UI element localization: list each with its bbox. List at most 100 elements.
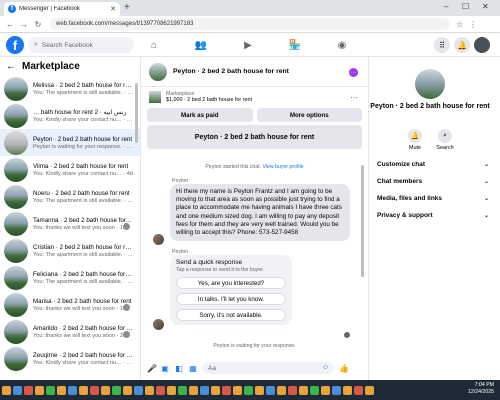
conversation-item[interactable]: Zeuqirne · 2 bed 2 bath house for rent Yo… xyxy=(0,345,140,372)
taskbar-app-icon[interactable] xyxy=(13,385,22,395)
taskbar-app-icon[interactable] xyxy=(365,385,374,395)
chat-scrollbar[interactable] xyxy=(361,165,364,277)
conversation-item[interactable]: Melissa · 2 bed 2 bath house for rent You… xyxy=(0,75,140,102)
message-input-placeholder: Aa xyxy=(208,364,216,372)
taskbar-app-icon[interactable] xyxy=(57,385,66,395)
view-buyer-profile-link[interactable]: View buyer profile xyxy=(262,164,303,170)
mark-as-paid-button[interactable]: Mark as paid xyxy=(147,108,253,122)
taskbar-app-icon[interactable] xyxy=(189,385,198,395)
taskbar-app-icon[interactable] xyxy=(123,385,132,395)
window-close-button[interactable]: ✕ xyxy=(482,2,489,11)
search-placeholder: Search Facebook xyxy=(41,41,93,49)
marketplace-icon[interactable]: 🏪 xyxy=(288,38,302,52)
bookmark-star-icon[interactable]: ☆ xyxy=(456,20,463,29)
taskbar-app-icon[interactable] xyxy=(35,385,44,395)
customize-chat-section[interactable]: Customize chat ⌄ xyxy=(377,161,489,168)
maximize-button[interactable]: ☐ xyxy=(462,2,469,11)
gif-icon[interactable]: ▦ xyxy=(189,364,197,373)
conversation-item[interactable]: Vilma · 2 bed 2 bath house for rent You: … xyxy=(0,156,140,183)
taskbar-app-icon[interactable] xyxy=(79,385,88,395)
taskbar-app-icon[interactable] xyxy=(156,385,165,395)
quick-response-option[interactable]: Sorry, it's not available. xyxy=(176,309,286,321)
taskbar-app-icon[interactable] xyxy=(200,385,209,395)
search-action[interactable]: ⌕ Search xyxy=(431,129,459,151)
taskbar-app-icon[interactable] xyxy=(222,385,231,395)
emoji-icon[interactable]: ☺ xyxy=(322,364,329,371)
search-label: Search xyxy=(436,145,454,151)
conversation-item-selected[interactable]: Peyton · 2 bed 2 bath house for rent Peyt… xyxy=(0,129,140,156)
taskbar-app-icon[interactable] xyxy=(277,385,286,395)
tab-close-icon[interactable]: ✕ xyxy=(110,5,116,13)
chat-members-section[interactable]: Chat members ⌄ xyxy=(377,178,489,185)
taskbar-app-icon[interactable] xyxy=(24,385,33,395)
conversation-item[interactable]: Feliciana · 2 bed 2 bath house for rent Y… xyxy=(0,264,140,291)
taskbar-app-icon[interactable] xyxy=(167,385,176,395)
taskbar-app-icon[interactable] xyxy=(255,385,264,395)
menu-grid-icon[interactable]: ⠿ xyxy=(434,37,450,53)
quick-response-option[interactable]: Yes, are you interested? xyxy=(176,277,286,289)
back-arrow-icon[interactable]: ← xyxy=(6,20,14,29)
home-icon[interactable]: ⌂ xyxy=(147,38,161,52)
taskbar-app-icon[interactable] xyxy=(90,385,99,395)
taskbar-app-icon[interactable] xyxy=(2,385,11,395)
conversation-item[interactable]: Amarildo · 2 bed 2 bath house for rent Yo… xyxy=(0,318,140,345)
conversation-list-scrollbar[interactable] xyxy=(135,83,138,143)
taskbar-app-icon[interactable] xyxy=(288,385,297,395)
conversation-info-icon[interactable]: ⋯ xyxy=(349,68,358,77)
taskbar-app-icon[interactable] xyxy=(332,385,341,395)
taskbar-app-icon[interactable] xyxy=(343,385,352,395)
conversation-name: Cristian · 2 bed 2 bath house for rent xyxy=(33,243,133,251)
taskbar-app-icon[interactable] xyxy=(321,385,330,395)
more-options-button[interactable]: More options xyxy=(256,108,362,122)
mute-action[interactable]: 🔔 Mute xyxy=(401,129,429,151)
browser-menu-icon[interactable]: ⋮ xyxy=(469,20,477,29)
taskbar-app-icon[interactable] xyxy=(101,385,110,395)
taskbar-app-icon[interactable] xyxy=(68,385,77,395)
facebook-logo-icon[interactable]: f xyxy=(6,36,24,54)
like-thumb-icon[interactable]: 👍 xyxy=(339,364,349,373)
conversation-item[interactable]: Marisa · 2 bed 2 bath house for rent You:… xyxy=(0,291,140,318)
conversation-item[interactable]: … bath house for rent 2 · رنس ابيه You: K… xyxy=(0,102,140,129)
taskbar-app-icon[interactable] xyxy=(145,385,154,395)
notifications-bell-icon[interactable]: 🔔 xyxy=(454,37,470,53)
friends-icon[interactable]: 👥 xyxy=(194,38,208,52)
system-clock[interactable]: 7:04 PM 12/24/2025 xyxy=(468,382,494,396)
conversation-item[interactable]: Tamanna · 2 bed 2 bath house for rent You… xyxy=(0,210,140,237)
taskbar-app-icon[interactable] xyxy=(112,385,121,395)
chat-title[interactable]: Peyton · 2 bed 2 bath house for rent xyxy=(173,68,289,75)
minimize-button[interactable]: – xyxy=(444,2,448,11)
conversation-item[interactable]: Noeru · 2 bed 2 bath house for rent You: … xyxy=(0,183,140,210)
privacy-support-section[interactable]: Privacy & support ⌄ xyxy=(377,212,489,219)
taskbar-app-icon[interactable] xyxy=(266,385,275,395)
listing-more-icon[interactable]: ⋯ xyxy=(350,93,358,102)
taskbar-app-icon[interactable] xyxy=(299,385,308,395)
microphone-icon[interactable]: 🎤 xyxy=(147,364,157,373)
incoming-message-bubble[interactable]: Hi there my name is Peyton Frantz and I … xyxy=(170,184,350,242)
taskbar-app-icon[interactable] xyxy=(354,385,363,395)
message-input[interactable]: Aa ☺ xyxy=(203,362,333,374)
taskbar-app-icon[interactable] xyxy=(134,385,143,395)
marketplace-header: ← Marketplace xyxy=(0,57,140,75)
taskbar-app-icon[interactable] xyxy=(310,385,319,395)
back-arrow-icon[interactable]: ← xyxy=(6,61,16,72)
reload-icon[interactable]: ↻ xyxy=(34,20,42,29)
taskbar-app-icon[interactable] xyxy=(178,385,187,395)
conversation-item[interactable]: Cristian · 2 bed 2 bath house for rent Yo… xyxy=(0,237,140,264)
sticker-icon[interactable]: ◧ xyxy=(175,364,183,373)
image-icon[interactable]: ▣ xyxy=(161,364,169,373)
listing-summary[interactable]: Marketplace $1,000 · 2 bed 2 bath house … xyxy=(141,87,368,107)
taskbar-app-icon[interactable] xyxy=(211,385,220,395)
forward-arrow-icon[interactable]: → xyxy=(20,20,28,29)
taskbar-app-icon[interactable] xyxy=(233,385,242,395)
url-field[interactable]: web.facebook.com/messages/t/139770862199… xyxy=(50,18,450,30)
video-icon[interactable]: ▶ xyxy=(241,38,255,52)
browser-tab[interactable]: f Messenger | Facebook ✕ xyxy=(4,2,120,16)
quick-response-option[interactable]: In talks. I'll let you know. xyxy=(176,293,286,305)
new-tab-button[interactable]: + xyxy=(124,2,130,13)
media-files-links-section[interactable]: Media, files and links ⌄ xyxy=(377,195,489,202)
groups-icon[interactable]: ◉ xyxy=(335,38,349,52)
profile-avatar[interactable] xyxy=(474,37,490,53)
search-facebook-input[interactable]: ⌕ Search Facebook xyxy=(28,37,134,53)
taskbar-app-icon[interactable] xyxy=(244,385,253,395)
taskbar-app-icon[interactable] xyxy=(46,385,55,395)
